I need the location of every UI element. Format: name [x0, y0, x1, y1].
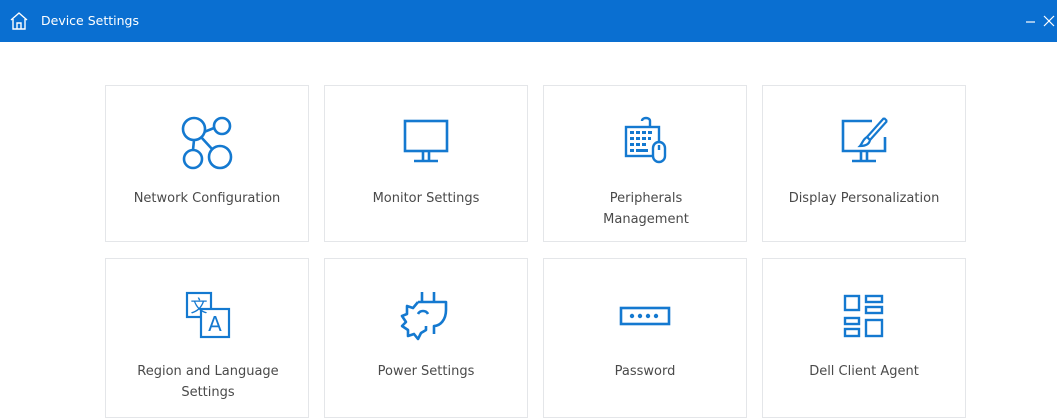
- svg-text:文: 文: [191, 297, 208, 317]
- tile-label: Network Configuration: [133, 191, 281, 206]
- power-plug-icon: [325, 288, 527, 344]
- tile-dell-client-agent[interactable]: Dell Client Agent: [762, 258, 966, 418]
- home-icon[interactable]: [9, 11, 29, 31]
- tile-password[interactable]: Password: [543, 258, 747, 418]
- peripherals-icon: [544, 115, 746, 171]
- region-language-icon: 文 A: [106, 288, 308, 344]
- display-personalization-icon: [763, 115, 965, 171]
- tile-peripherals-management[interactable]: Peripherals Management: [543, 85, 747, 242]
- password-icon: [544, 288, 746, 344]
- tile-label: Display Personalization: [788, 191, 940, 206]
- tile-label: Monitor Settings: [372, 191, 480, 206]
- window-title: Device Settings: [41, 13, 139, 28]
- tile-monitor-settings[interactable]: Monitor Settings: [324, 85, 528, 242]
- minimize-icon[interactable]: [1025, 14, 1037, 28]
- tile-label: Dell Client Agent: [809, 364, 919, 379]
- svg-text:A: A: [208, 312, 222, 336]
- close-icon[interactable]: [1043, 14, 1055, 28]
- network-icon: [106, 115, 308, 171]
- dell-client-agent-icon: [763, 288, 965, 344]
- tile-display-personalization[interactable]: Display Personalization: [762, 85, 966, 242]
- tile-label: Power Settings: [377, 364, 475, 379]
- tile-label: Password: [614, 364, 676, 379]
- tile-power-settings[interactable]: Power Settings: [324, 258, 528, 418]
- tile-label: Region and Language Settings: [137, 364, 279, 400]
- tile-label: Peripherals Management: [603, 191, 689, 227]
- monitor-icon: [325, 115, 527, 171]
- tile-region-and-language-settings[interactable]: 文 A Region and Language Settings: [105, 258, 309, 418]
- title-bar: Device Settings: [0, 0, 1057, 42]
- tile-network-configuration[interactable]: Network Configuration: [105, 85, 309, 242]
